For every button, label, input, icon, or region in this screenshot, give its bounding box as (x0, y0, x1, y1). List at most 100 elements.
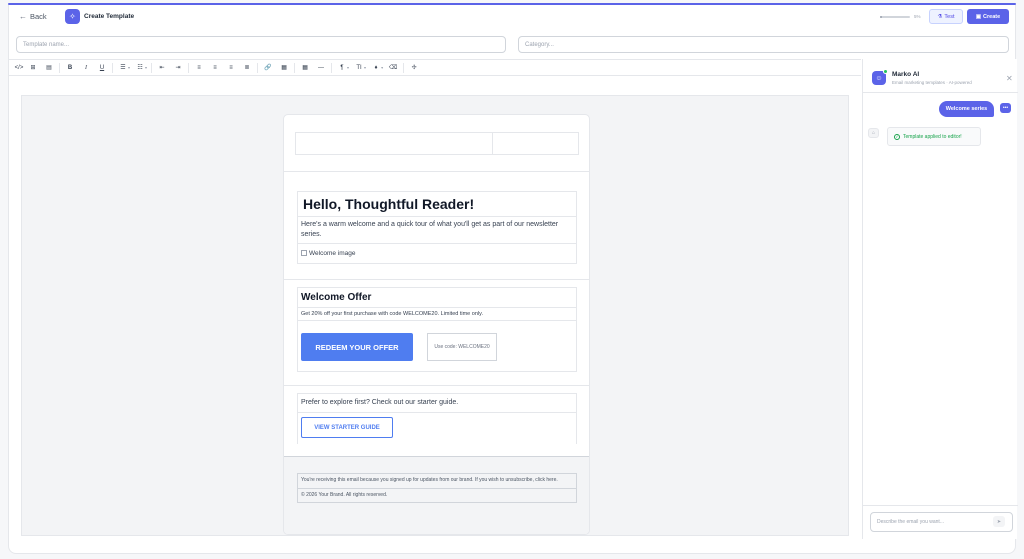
offer-title-row: Welcome Offer (298, 288, 576, 308)
offer-text-row: Get 20% off your first purchase with cod… (298, 308, 576, 321)
offer-text: Get 20% off your first purchase with cod… (301, 311, 483, 317)
footer-notice: You're receiving this email because you … (298, 474, 576, 489)
arrow-left-icon: ← (19, 12, 27, 21)
panel-footer: Describe the email you want... ➤ (863, 505, 1018, 539)
editor-frame: ← Back ✧ Create Template 5% ⚗ Test ▣ Cre… (8, 5, 1018, 554)
test-label: Test (944, 13, 955, 20)
save-icon: ▣ (975, 13, 982, 20)
image-icon[interactable]: ▦ (276, 61, 292, 75)
redeem-offer-button[interactable]: REDEEM YOUR OFFER (301, 333, 413, 361)
assistant-avatar-icon: ⌂ (868, 128, 879, 138)
test-button[interactable]: ⚗ Test (929, 9, 963, 24)
send-icon[interactable]: ➤ (993, 516, 1005, 527)
italic-icon[interactable]: I (78, 61, 94, 75)
close-icon[interactable]: ✕ (1006, 74, 1013, 83)
email-preview: Hello, Thoughtful Reader! Here's a warm … (283, 114, 590, 535)
horizontal-rule-icon[interactable]: — (313, 61, 329, 75)
prompt-input[interactable]: Describe the email you want... (870, 512, 1013, 532)
user-avatar-icon: ••• (1000, 103, 1011, 113)
starter-block[interactable]: Prefer to explore first? Check out our s… (297, 393, 577, 445)
assistant-message: ✓ Template applied to editor! (887, 127, 981, 146)
divider (112, 62, 113, 73)
outdent-icon[interactable]: ⇤ (154, 61, 170, 75)
view-starter-guide-button[interactable]: VIEW STARTER GUIDE (301, 417, 393, 439)
offer-block[interactable]: Welcome Offer Get 20% off your first pur… (297, 287, 577, 372)
user-message: Welcome series (939, 101, 994, 117)
image-row: Welcome image (298, 244, 576, 263)
chevron-down-icon[interactable]: ▾ (381, 65, 383, 70)
category-input[interactable]: Category... (518, 36, 1009, 53)
divider (492, 133, 493, 154)
underline-icon[interactable]: U (94, 61, 110, 75)
align-left-icon[interactable]: ≡ (191, 61, 207, 75)
align-right-icon[interactable]: ≡ (223, 61, 239, 75)
create-label: Create (983, 13, 1001, 20)
bold-icon[interactable]: B (62, 61, 78, 75)
table-icon[interactable]: ▦ (297, 61, 313, 75)
code-view-icon[interactable]: </> (13, 61, 25, 75)
editor-toolbar: </> ⊞ ▤ B I U ☰ ▾ ☷ ▾ ⇤ ⇥ ≡ ≡ ≡ ≣ 🔗 ▦ ▦ … (9, 59, 861, 76)
greeting-row: Hello, Thoughtful Reader! (298, 192, 576, 217)
intro-row: Here's a warm welcome and a quick tour o… (298, 217, 576, 244)
flask-icon: ⚗ (937, 13, 943, 20)
chevron-down-icon[interactable]: ▾ (145, 65, 147, 70)
assistant-name: Marko AI (892, 71, 920, 78)
divider (403, 62, 405, 73)
email-footer: You're receiving this email because you … (284, 456, 589, 534)
chevron-down-icon[interactable]: ▾ (364, 65, 366, 70)
divider (257, 62, 259, 73)
link-icon[interactable]: 🔗 (260, 61, 276, 75)
align-center-icon[interactable]: ≡ (207, 61, 223, 75)
intro-block[interactable]: Hello, Thoughtful Reader! Here's a warm … (297, 191, 577, 264)
online-status-dot (883, 69, 888, 74)
ai-magic-icon[interactable]: ✢ (406, 61, 422, 75)
check-circle-icon: ✓ (894, 133, 900, 140)
indent-icon[interactable]: ⇥ (170, 61, 186, 75)
assistant-subtitle: Email marketing templates · AI-powered (892, 80, 972, 85)
divider (188, 62, 190, 73)
panel-header: ☺ Marko AI Email marketing templates · A… (863, 59, 1018, 93)
offer-cta-row: REDEEM YOUR OFFER Use code: WELCOME20 (298, 321, 576, 371)
promo-code-box: Use code: WELCOME20 (427, 333, 497, 361)
template-name-input[interactable]: Template name... (16, 36, 506, 53)
divider (151, 62, 153, 73)
bot-icon: ☺ (872, 69, 888, 85)
ai-assistant-panel: ☺ Marko AI Email marketing templates · A… (862, 59, 1018, 539)
offer-title: Welcome Offer (301, 292, 372, 303)
app-root: ← Back ✧ Create Template 5% ⚗ Test ▣ Cre… (0, 0, 1024, 559)
assistant-message-text: Template applied to editor! (903, 133, 962, 140)
starter-cta-row: VIEW STARTER GUIDE (298, 413, 576, 445)
divider (294, 62, 296, 73)
zoom-fill (880, 16, 882, 18)
explore-row: Prefer to explore first? Check out our s… (298, 394, 576, 413)
email-greeting: Hello, Thoughtful Reader! (303, 196, 475, 212)
source-icon[interactable]: ⊞ (25, 61, 41, 75)
divider (284, 385, 589, 386)
divider (284, 279, 589, 280)
preview-icon[interactable]: ▤ (41, 61, 57, 75)
zoom-slider[interactable] (880, 16, 910, 18)
welcome-image: Welcome image (301, 250, 573, 257)
chevron-down-icon[interactable]: ▾ (128, 65, 130, 70)
editor-canvas[interactable]: Hello, Thoughtful Reader! Here's a warm … (21, 95, 849, 536)
broken-image-icon (301, 250, 307, 257)
divider (331, 62, 333, 73)
sparkle-icon: ✧ (65, 9, 80, 24)
explore-text: Prefer to explore first? Check out our s… (301, 399, 459, 406)
footer-block[interactable]: You're receiving this email because you … (297, 473, 577, 503)
email-header-block[interactable] (295, 132, 579, 155)
robot-icon: ☺ (875, 74, 883, 82)
header: ← Back ✧ Create Template 5% ⚗ Test ▣ Cre… (9, 5, 1017, 33)
email-intro: Here's a warm welcome and a quick tour o… (301, 221, 559, 238)
chevron-down-icon[interactable]: ▾ (347, 65, 349, 70)
back-button[interactable]: ← Back (19, 12, 47, 21)
create-button[interactable]: ▣ Create (967, 9, 1009, 24)
back-label: Back (30, 12, 47, 21)
page-title: Create Template (84, 13, 135, 20)
image-alt-text: Welcome image (309, 249, 356, 257)
footer-copyright: © 2026 Your Brand. All rights reserved. (301, 491, 388, 498)
eraser-icon[interactable]: ⌫ (385, 61, 401, 75)
justify-icon[interactable]: ≣ (239, 61, 255, 75)
divider (284, 171, 589, 172)
zoom-label: 5% (914, 14, 921, 19)
